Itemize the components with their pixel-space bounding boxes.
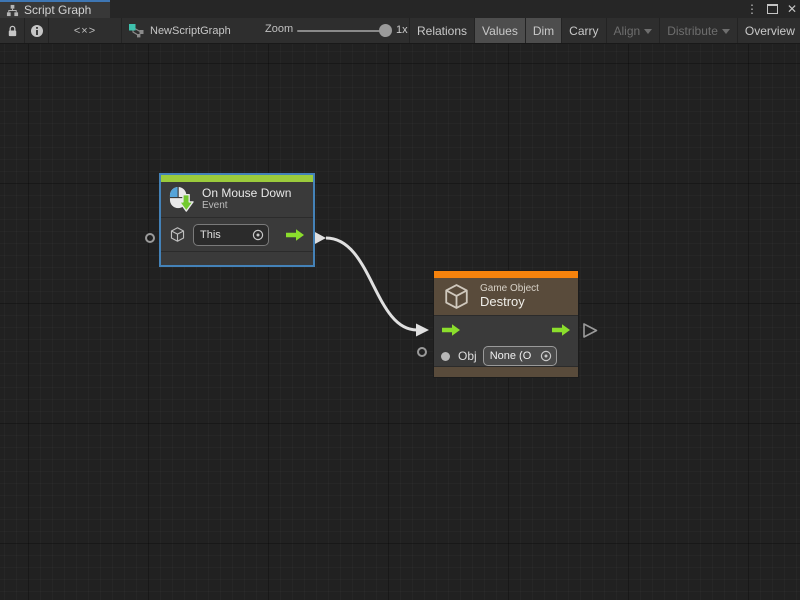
chevron-down-icon: [644, 29, 652, 34]
wire-source-triangle[interactable]: [314, 232, 326, 245]
node-on-mouse-down[interactable]: On Mouse Down Event This: [159, 173, 315, 267]
graph-toolbar: <×> NewScriptGraph Zoom 1x Relations Val…: [0, 18, 800, 44]
align-dropdown[interactable]: Align: [607, 18, 661, 43]
destroy-node-header: Game Object Destroy: [434, 278, 578, 316]
object-input-label: Obj: [458, 349, 477, 363]
destroy-flow-row: [434, 316, 578, 343]
destroy-output-port-triangle[interactable]: [584, 324, 597, 337]
event-node-title: On Mouse Down: [202, 187, 291, 201]
script-graph-window: Script Graph ⋮ ✕ <×>: [0, 0, 800, 600]
destroy-object-value: None (O: [490, 350, 540, 362]
zoom-slider-handle[interactable]: [379, 24, 392, 37]
object-port-dot[interactable]: [441, 352, 450, 361]
destroy-accent-strip: [434, 271, 578, 278]
info-icon: [30, 24, 44, 38]
distribute-label: Distribute: [667, 24, 718, 38]
window-menu-icon[interactable]: ⋮: [746, 3, 758, 15]
mouse-down-icon: [169, 186, 194, 213]
flow-input-arrow-icon[interactable]: [441, 323, 461, 337]
script-graph-asset-icon: [128, 23, 144, 38]
event-target-value: This: [200, 229, 252, 241]
destroy-node-title: Destroy: [480, 295, 539, 310]
overview-button[interactable]: Overview: [738, 18, 800, 43]
destroy-node-footer: [434, 366, 578, 377]
destroy-object-port[interactable]: [417, 347, 427, 357]
event-target-field[interactable]: This: [193, 224, 269, 246]
tab-bar: Script Graph ⋮ ✕: [0, 0, 800, 18]
game-object-cube-icon: [442, 282, 471, 311]
event-node-header: On Mouse Down Event: [161, 182, 313, 218]
align-label: Align: [614, 24, 641, 38]
lock-button[interactable]: [0, 18, 25, 43]
event-node-body: This: [161, 218, 313, 252]
toolbar-toggle-group: Relations Values Dim Carry Align Distrib…: [409, 18, 800, 43]
maximize-icon[interactable]: [767, 4, 778, 14]
tab-script-graph[interactable]: Script Graph: [0, 0, 110, 18]
code-view-button[interactable]: <×>: [49, 18, 122, 43]
object-picker-icon[interactable]: [252, 229, 264, 241]
flow-connection-wire[interactable]: [326, 238, 417, 330]
destroy-object-field[interactable]: None (O: [483, 346, 557, 366]
flow-output-arrow-icon[interactable]: [551, 323, 571, 337]
lock-icon: [6, 24, 19, 38]
wire-destination-arrow[interactable]: [416, 324, 429, 337]
event-accent-strip: [161, 175, 313, 182]
graph-hierarchy-icon: [6, 4, 19, 17]
info-button[interactable]: [25, 18, 49, 43]
graph-canvas[interactable]: On Mouse Down Event This: [0, 44, 800, 600]
window-controls: ⋮ ✕: [746, 0, 797, 18]
dim-toggle[interactable]: Dim: [526, 18, 562, 43]
graph-name: NewScriptGraph: [150, 25, 231, 37]
chevron-down-icon: [722, 29, 730, 34]
object-picker-icon[interactable]: [540, 350, 552, 362]
zoom-slider-track[interactable]: [297, 30, 385, 32]
tab-title: Script Graph: [24, 3, 91, 17]
relations-toggle[interactable]: Relations: [410, 18, 475, 43]
zoom-value: 1x: [396, 24, 408, 36]
values-toggle[interactable]: Values: [475, 18, 526, 43]
carry-toggle[interactable]: Carry: [562, 18, 606, 43]
zoom-label: Zoom: [265, 23, 293, 35]
game-object-cube-icon: [169, 226, 186, 243]
distribute-dropdown[interactable]: Distribute: [660, 18, 738, 43]
graph-reference[interactable]: NewScriptGraph: [128, 18, 231, 43]
flow-output-arrow-icon[interactable]: [285, 228, 305, 242]
node-destroy[interactable]: Game Object Destroy Obj None (O: [433, 270, 579, 378]
event-node-footer: [161, 252, 313, 263]
connection-layer: [0, 44, 800, 600]
event-node-subtitle: Event: [202, 200, 291, 212]
close-icon[interactable]: ✕: [787, 3, 797, 15]
event-target-port[interactable]: [145, 233, 155, 243]
